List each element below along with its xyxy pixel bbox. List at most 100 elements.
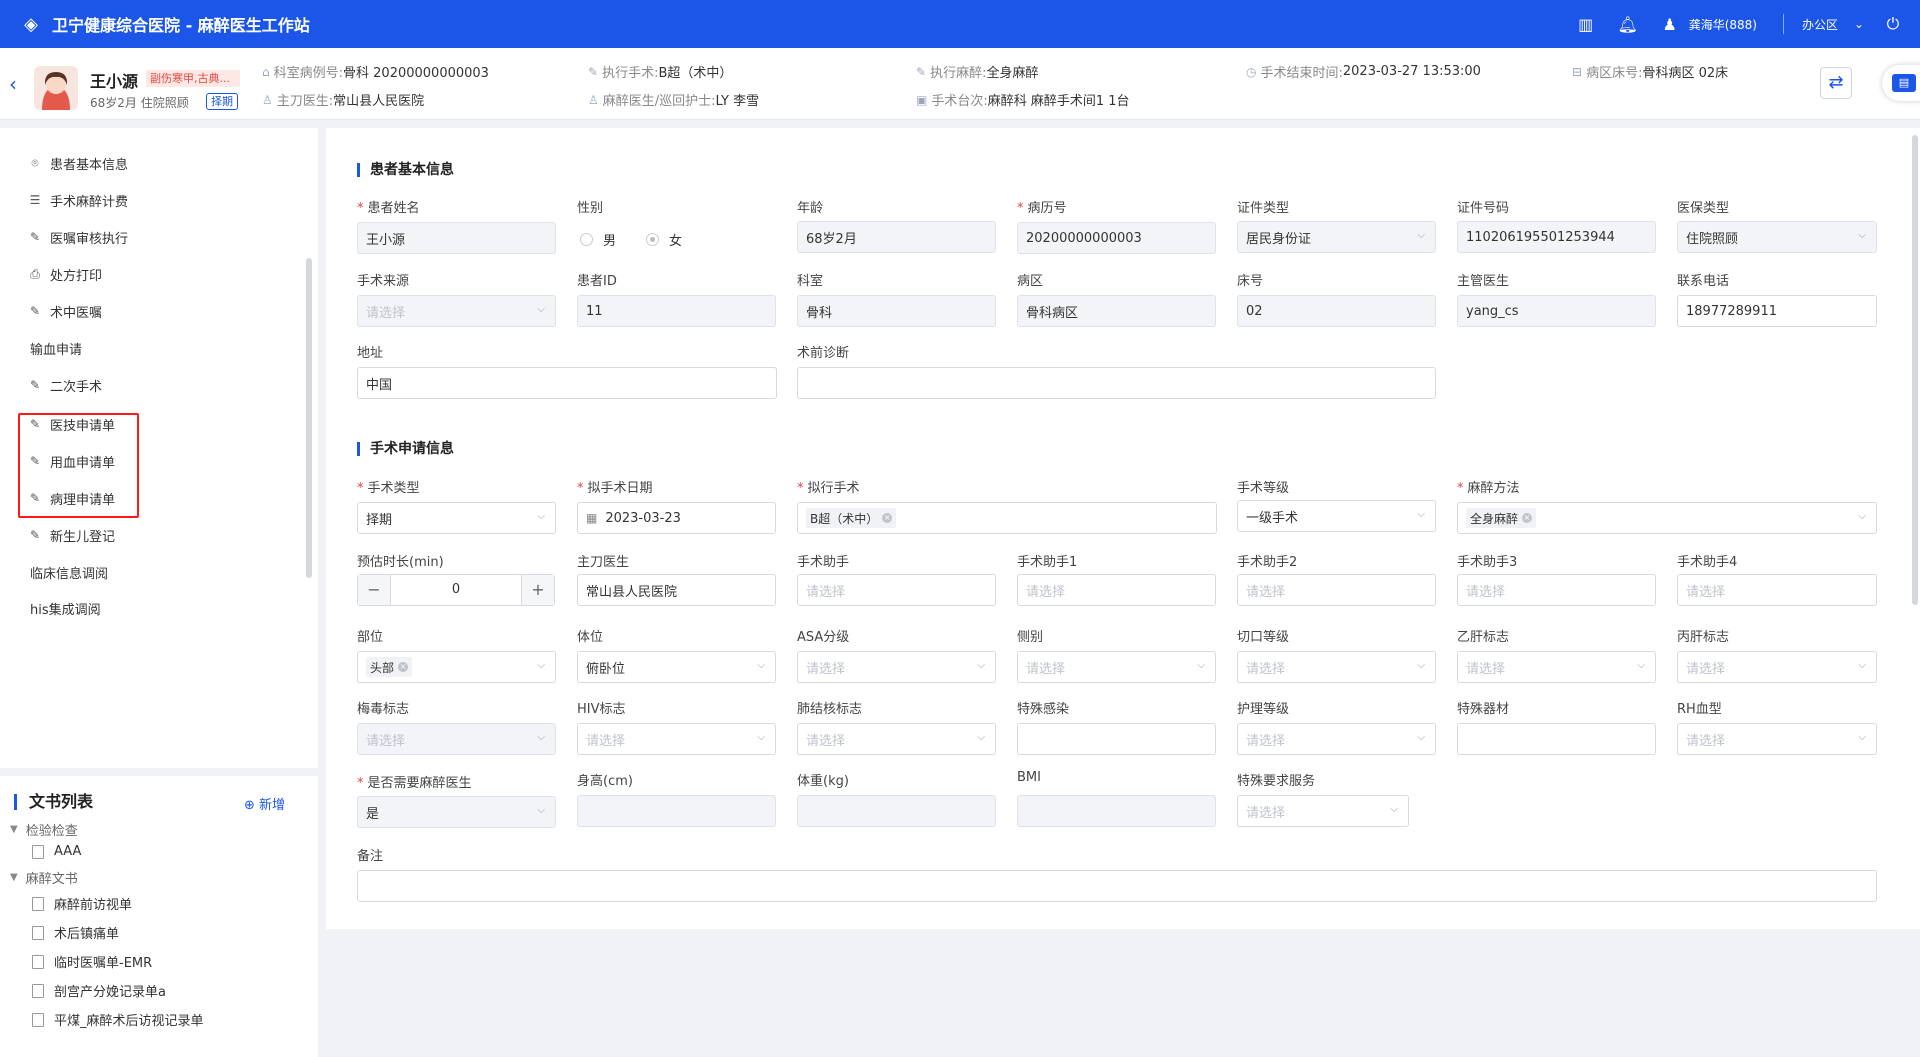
dept-input[interactable]: 骨科	[797, 295, 996, 327]
planned-op-select[interactable]: B超（术中） ×	[797, 502, 1217, 534]
surgery-date-picker[interactable]: ▦ 2023-03-23	[577, 502, 776, 534]
weight-input[interactable]	[797, 795, 996, 827]
sidebar-item-his[interactable]: his集成调阅	[30, 596, 101, 620]
address-input[interactable]: 中国	[357, 367, 777, 399]
sidebar-item-prescription-print[interactable]: ⎙ 处方打印	[28, 262, 102, 286]
duration-input[interactable]: 0	[390, 575, 522, 605]
height-input[interactable]	[577, 795, 776, 827]
id-type-select[interactable]: 居民身份证 ⌵	[1237, 221, 1436, 253]
tree-leaf[interactable]: 临时医嘱单-EMR	[32, 952, 152, 971]
tree-group-lab[interactable]: ▼ 检验检查	[10, 820, 78, 839]
anesthesia-field: ✎ 执行麻醉: 全身麻醉	[916, 64, 1039, 82]
source-select[interactable]: 请选择 ⌵	[357, 295, 556, 327]
add-document-button[interactable]: ⊕ 新增	[244, 794, 285, 813]
label-hbv: 乙肝标志	[1457, 630, 1510, 645]
hbv-select[interactable]: 请选择 ⌵	[1457, 651, 1656, 683]
tree-leaf[interactable]: 剖宫产分娩记录单a	[32, 981, 166, 1000]
edit-icon: ✎	[29, 304, 41, 318]
assistant-4-select[interactable]: 请选择	[1677, 574, 1877, 606]
case-icon: ⌂	[262, 64, 270, 79]
equipment-input[interactable]	[1457, 723, 1656, 755]
increment-button[interactable]: +	[522, 575, 554, 605]
highlight-box	[18, 413, 139, 518]
person-icon: ♙	[262, 92, 273, 107]
sex-male-radio[interactable]: 男	[580, 230, 616, 249]
mrn-input[interactable]: 20200000000003	[1017, 222, 1216, 254]
sidebar-item-newborn[interactable]: ✎ 新生儿登记	[28, 523, 115, 547]
decrement-button[interactable]: −	[358, 575, 390, 605]
tree-leaf[interactable]: 术后镇痛单	[32, 923, 119, 942]
sidebar-item-billing[interactable]: ☰ 手术麻醉计费	[28, 188, 128, 212]
close-icon[interactable]: ×	[882, 513, 893, 523]
patient-id-input[interactable]: 11	[577, 295, 776, 327]
label-syphilis: 梅毒标志	[357, 702, 410, 717]
book-icon[interactable]: ▥	[1575, 13, 1597, 35]
assistant-1-select[interactable]: 请选择	[1017, 574, 1216, 606]
side-select[interactable]: 请选择 ⌵	[1017, 651, 1216, 683]
sidebar-item-intraop-orders[interactable]: ✎ 术中医嘱	[28, 299, 102, 323]
insurance-select[interactable]: 住院照顾 ⌵	[1677, 221, 1877, 253]
assistant-2-select[interactable]: 请选择	[1237, 574, 1436, 606]
site-select[interactable]: 头部 × ⌵	[357, 651, 556, 683]
assistant-3-select[interactable]: 请选择	[1457, 574, 1656, 606]
chevron-down-icon: ⌵	[977, 732, 985, 743]
bed-input[interactable]: 02	[1237, 295, 1436, 327]
sex-female-radio[interactable]: 女	[646, 230, 682, 249]
sidebar-item-patient-info[interactable]: ⌾ 患者基本信息	[28, 151, 128, 175]
remark-input[interactable]	[357, 870, 1877, 902]
tree-group-anesthesia[interactable]: ▼ 麻醉文书	[10, 868, 78, 887]
tree-leaf[interactable]: AAA	[32, 844, 81, 859]
surgery-type-badge: 择期	[206, 93, 238, 110]
anesthesia-method-select[interactable]: 全身麻醉 × ⌵	[1457, 502, 1877, 534]
phone-input[interactable]: 18977289911	[1677, 295, 1877, 327]
syphilis-select[interactable]: 请选择 ⌵	[357, 723, 556, 755]
sidebar-item-order-review[interactable]: ✎ 医嘱审核执行	[28, 225, 128, 249]
rh-select[interactable]: 请选择 ⌵	[1677, 723, 1877, 755]
doctor-input[interactable]: yang_cs	[1457, 295, 1656, 327]
tree-leaf[interactable]: 麻醉前访视单	[32, 894, 132, 913]
file-icon	[32, 1012, 44, 1027]
diagnosis-input[interactable]	[797, 367, 1436, 399]
chevron-down-icon[interactable]: ⌄	[1848, 13, 1870, 35]
back-icon[interactable]: ‹	[4, 74, 22, 94]
bell-icon[interactable]: 🔔︎	[1617, 13, 1639, 35]
grade-select[interactable]: 一级手术 ⌵	[1237, 500, 1436, 532]
label-ward: 病区	[1017, 274, 1044, 289]
sidebar-scrollbar[interactable]	[306, 258, 312, 578]
incision-select[interactable]: 请选择 ⌵	[1237, 651, 1436, 683]
label-asa: ASA分级	[797, 630, 850, 645]
sidebar-item-transfusion[interactable]: 输血申请	[30, 336, 82, 360]
file-icon	[32, 844, 44, 859]
close-icon[interactable]: ×	[398, 662, 409, 672]
area-label[interactable]: 办公区	[1802, 16, 1838, 33]
tb-select[interactable]: 请选择 ⌵	[797, 723, 996, 755]
special-service-select[interactable]: 请选择 ⌵	[1237, 795, 1409, 827]
care-level-select[interactable]: 请选择 ⌵	[1237, 723, 1436, 755]
switch-patient-button[interactable]: ⇄	[1820, 67, 1852, 99]
asa-select[interactable]: 请选择 ⌵	[797, 651, 996, 683]
patient-name-input[interactable]: 王小源	[357, 222, 556, 254]
id-card-button[interactable]: ▤	[1882, 65, 1920, 101]
tree-leaf[interactable]: 平煤_麻醉术后访视记录单	[32, 1010, 204, 1029]
ward-input[interactable]: 骨科病区	[1017, 295, 1216, 327]
edit-icon: ✎	[29, 378, 41, 392]
surgery-type-select[interactable]: 择期 ⌵	[357, 502, 556, 534]
infection-input[interactable]	[1017, 723, 1216, 755]
surgeon-input[interactable]: 常山县人民医院	[577, 574, 776, 606]
age-input[interactable]: 68岁2月	[797, 221, 996, 253]
sidebar-item-clinical-info[interactable]: 临床信息调阅	[30, 560, 108, 584]
need-anesthetist-select[interactable]: 是 ⌵	[357, 796, 556, 828]
label-side: 侧别	[1017, 630, 1044, 645]
assistant-select[interactable]: 请选择	[797, 574, 996, 606]
sidebar-item-second-surgery[interactable]: ✎ 二次手术	[28, 373, 102, 397]
label-sex: 性别	[577, 201, 604, 216]
id-number-input[interactable]: 110206195501253944	[1457, 221, 1656, 253]
hcv-select[interactable]: 请选择 ⌵	[1677, 651, 1877, 683]
close-icon[interactable]: ×	[1522, 513, 1533, 523]
bmi-input[interactable]	[1017, 795, 1216, 827]
position-select[interactable]: 俯卧位 ⌵	[577, 651, 776, 683]
user-menu[interactable]: ♟ 龚海华(888)	[1659, 13, 1757, 35]
main-scrollbar[interactable]	[1912, 135, 1918, 605]
hiv-select[interactable]: 请选择 ⌵	[577, 723, 776, 755]
power-icon[interactable]: ⏻	[1882, 13, 1904, 35]
